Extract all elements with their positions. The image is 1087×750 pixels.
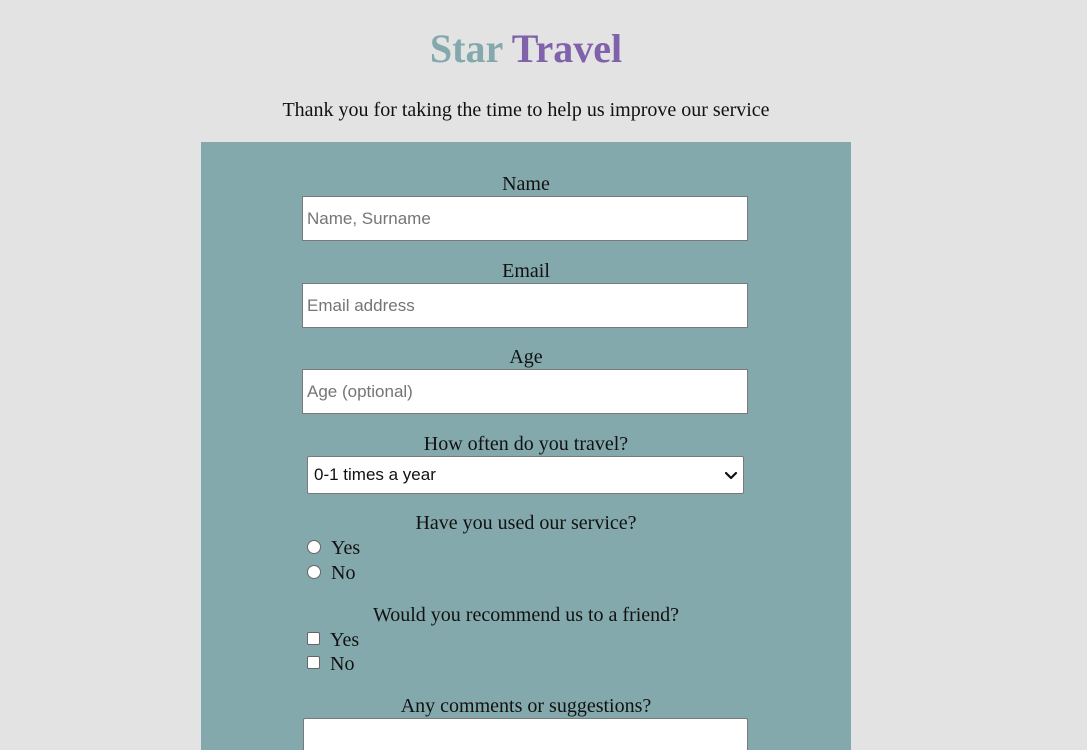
- used-service-yes-label: Yes: [331, 537, 361, 559]
- recommend-no-checkbox[interactable]: [307, 656, 320, 669]
- used-service-label: Have you used our service?: [415, 512, 637, 534]
- used-service-no-label: No: [331, 562, 356, 584]
- recommend-yes-label: Yes: [330, 629, 360, 651]
- recommend-no-label: No: [330, 653, 355, 675]
- survey-form: Name Email Age How often do you travel? …: [201, 142, 851, 750]
- brand-word-travel: Travel: [511, 26, 623, 71]
- recommend-label: Would you recommend us to a friend?: [372, 604, 680, 626]
- age-input[interactable]: [302, 369, 748, 414]
- travel-frequency-select[interactable]: 0-1 times a year: [307, 456, 744, 494]
- page-title: Star Travel: [0, 24, 1052, 74]
- travel-frequency-selected-value: 0-1 times a year: [314, 465, 436, 484]
- travel-frequency-label: How often do you travel?: [423, 433, 629, 455]
- used-service-no-radio[interactable]: [307, 565, 321, 579]
- age-label: Age: [509, 346, 543, 368]
- email-input[interactable]: [302, 283, 748, 328]
- comments-label: Any comments or suggestions?: [400, 695, 652, 717]
- name-label: Name: [502, 173, 550, 195]
- comments-textarea[interactable]: [303, 718, 748, 750]
- page: Star Travel Thank you for taking the tim…: [0, 0, 1087, 750]
- recommend-yes-checkbox[interactable]: [307, 632, 320, 645]
- page-subtitle: Thank you for taking the time to help us…: [282, 99, 770, 121]
- used-service-yes-radio[interactable]: [307, 540, 321, 554]
- brand-word-star: Star: [429, 26, 503, 71]
- name-input[interactable]: [302, 196, 748, 241]
- email-label: Email: [502, 260, 550, 282]
- chevron-down-icon: [724, 471, 738, 480]
